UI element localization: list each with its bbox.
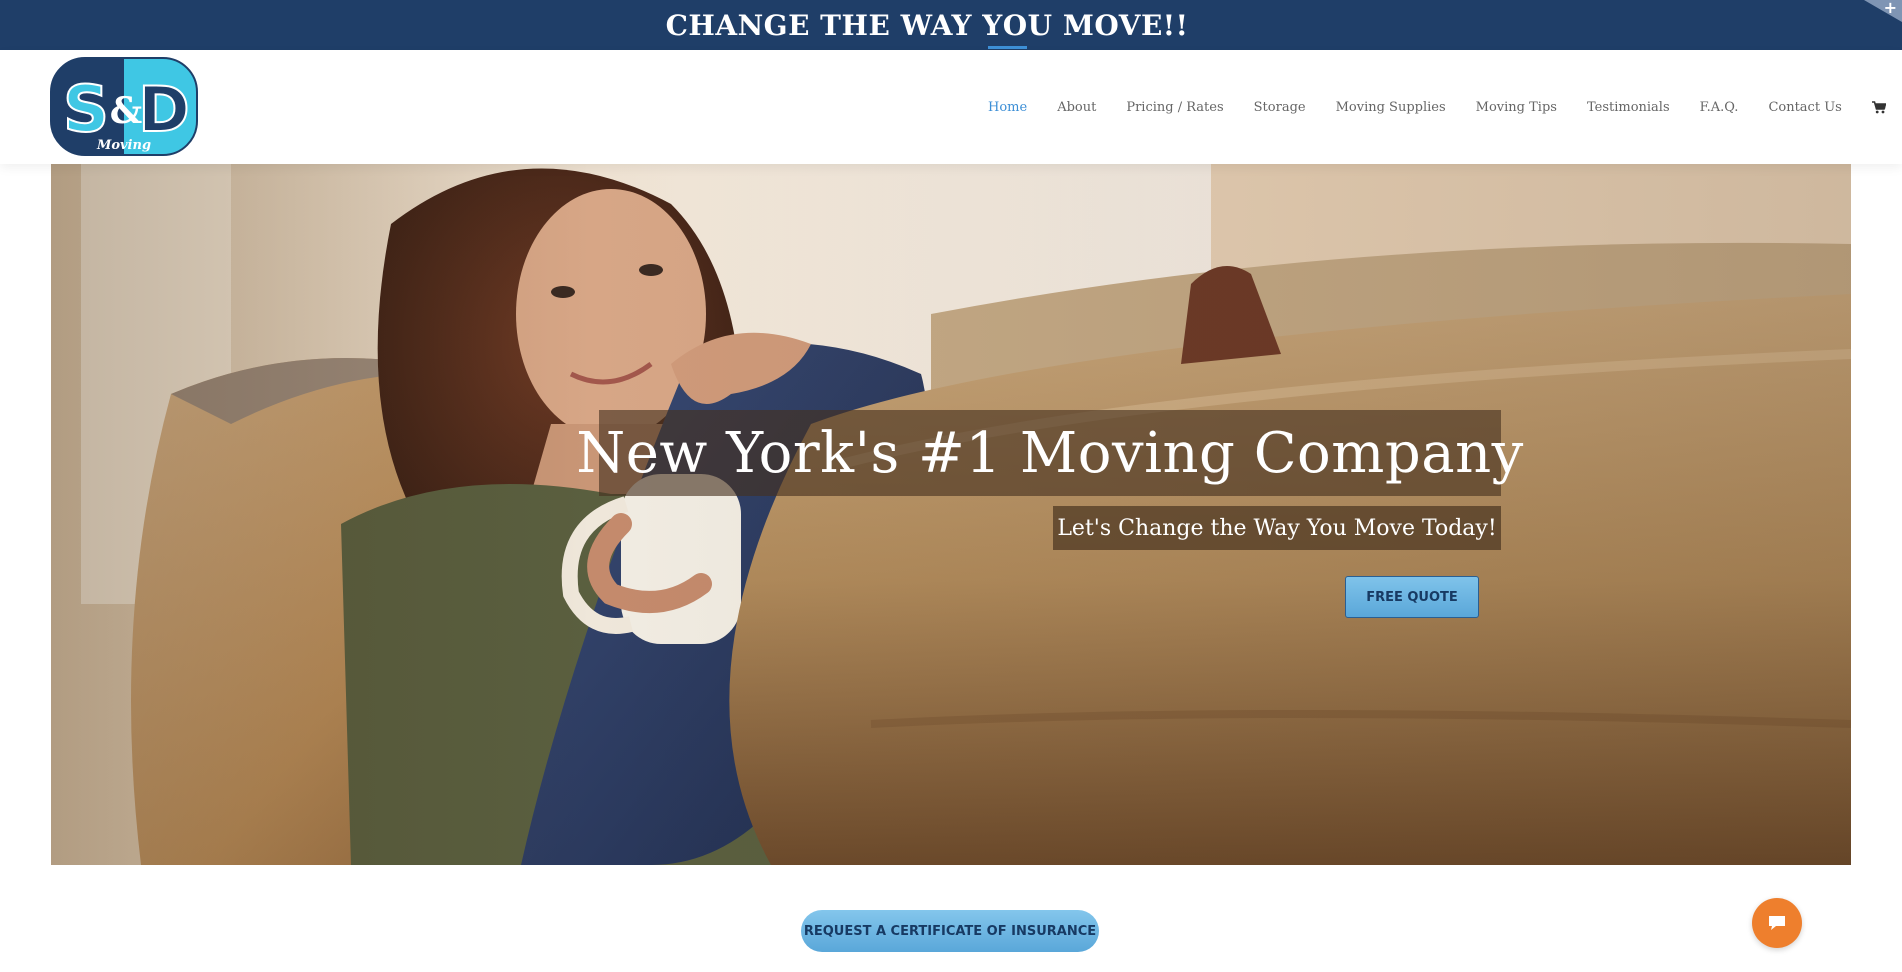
top-banner: CHANGE THE WAY YOU MOVE!! + xyxy=(0,0,1902,50)
main-nav: Home About Pricing / Rates Storage Movin… xyxy=(988,45,1902,164)
nav-item-moving-tips[interactable]: Moving Tips xyxy=(1476,100,1557,115)
hero-title-box: New York's #1 Moving Company xyxy=(576,410,1523,496)
hero-title: New York's #1 Moving Company xyxy=(576,420,1524,486)
logo-letter-d: D xyxy=(138,73,189,146)
nav-item-moving-supplies[interactable]: Moving Supplies xyxy=(1336,100,1446,115)
plus-icon[interactable]: + xyxy=(1884,0,1897,17)
free-quote-button[interactable]: FREE QUOTE xyxy=(1345,576,1479,618)
hero-subtitle-box: Let's Change the Way You Move Today! xyxy=(1053,506,1501,550)
chat-bubble-icon xyxy=(1769,916,1785,930)
hero-subtitle: Let's Change the Way You Move Today! xyxy=(1057,515,1497,541)
request-certificate-button[interactable]: REQUEST A CERTIFICATE OF INSURANCE xyxy=(801,910,1099,952)
nav-item-storage[interactable]: Storage xyxy=(1254,100,1306,115)
banner-text: CHANGE THE WAY YOU MOVE!! xyxy=(665,8,1189,42)
site-header: S & D Moving Home About Pricing / Rates … xyxy=(0,45,1902,164)
nav-item-testimonials[interactable]: Testimonials xyxy=(1587,100,1670,115)
nav-item-home[interactable]: Home xyxy=(988,45,1028,115)
nav-item-about[interactable]: About xyxy=(1057,100,1096,115)
banner-corner-toggle[interactable]: + xyxy=(1864,0,1902,22)
chat-button[interactable] xyxy=(1752,898,1802,948)
nav-item-contact-us[interactable]: Contact Us xyxy=(1768,100,1841,115)
logo[interactable]: S & D Moving xyxy=(50,57,198,156)
hero-banner: New York's #1 Moving Company Let's Chang… xyxy=(51,164,1851,865)
nav-item-faq[interactable]: F.A.Q. xyxy=(1700,100,1739,115)
nav-item-pricing-rates[interactable]: Pricing / Rates xyxy=(1126,100,1223,115)
logo-script: Moving xyxy=(96,138,151,153)
logo-letter-s: S xyxy=(63,73,109,147)
cart-icon[interactable] xyxy=(1871,100,1886,114)
hero-photo xyxy=(51,164,1851,865)
